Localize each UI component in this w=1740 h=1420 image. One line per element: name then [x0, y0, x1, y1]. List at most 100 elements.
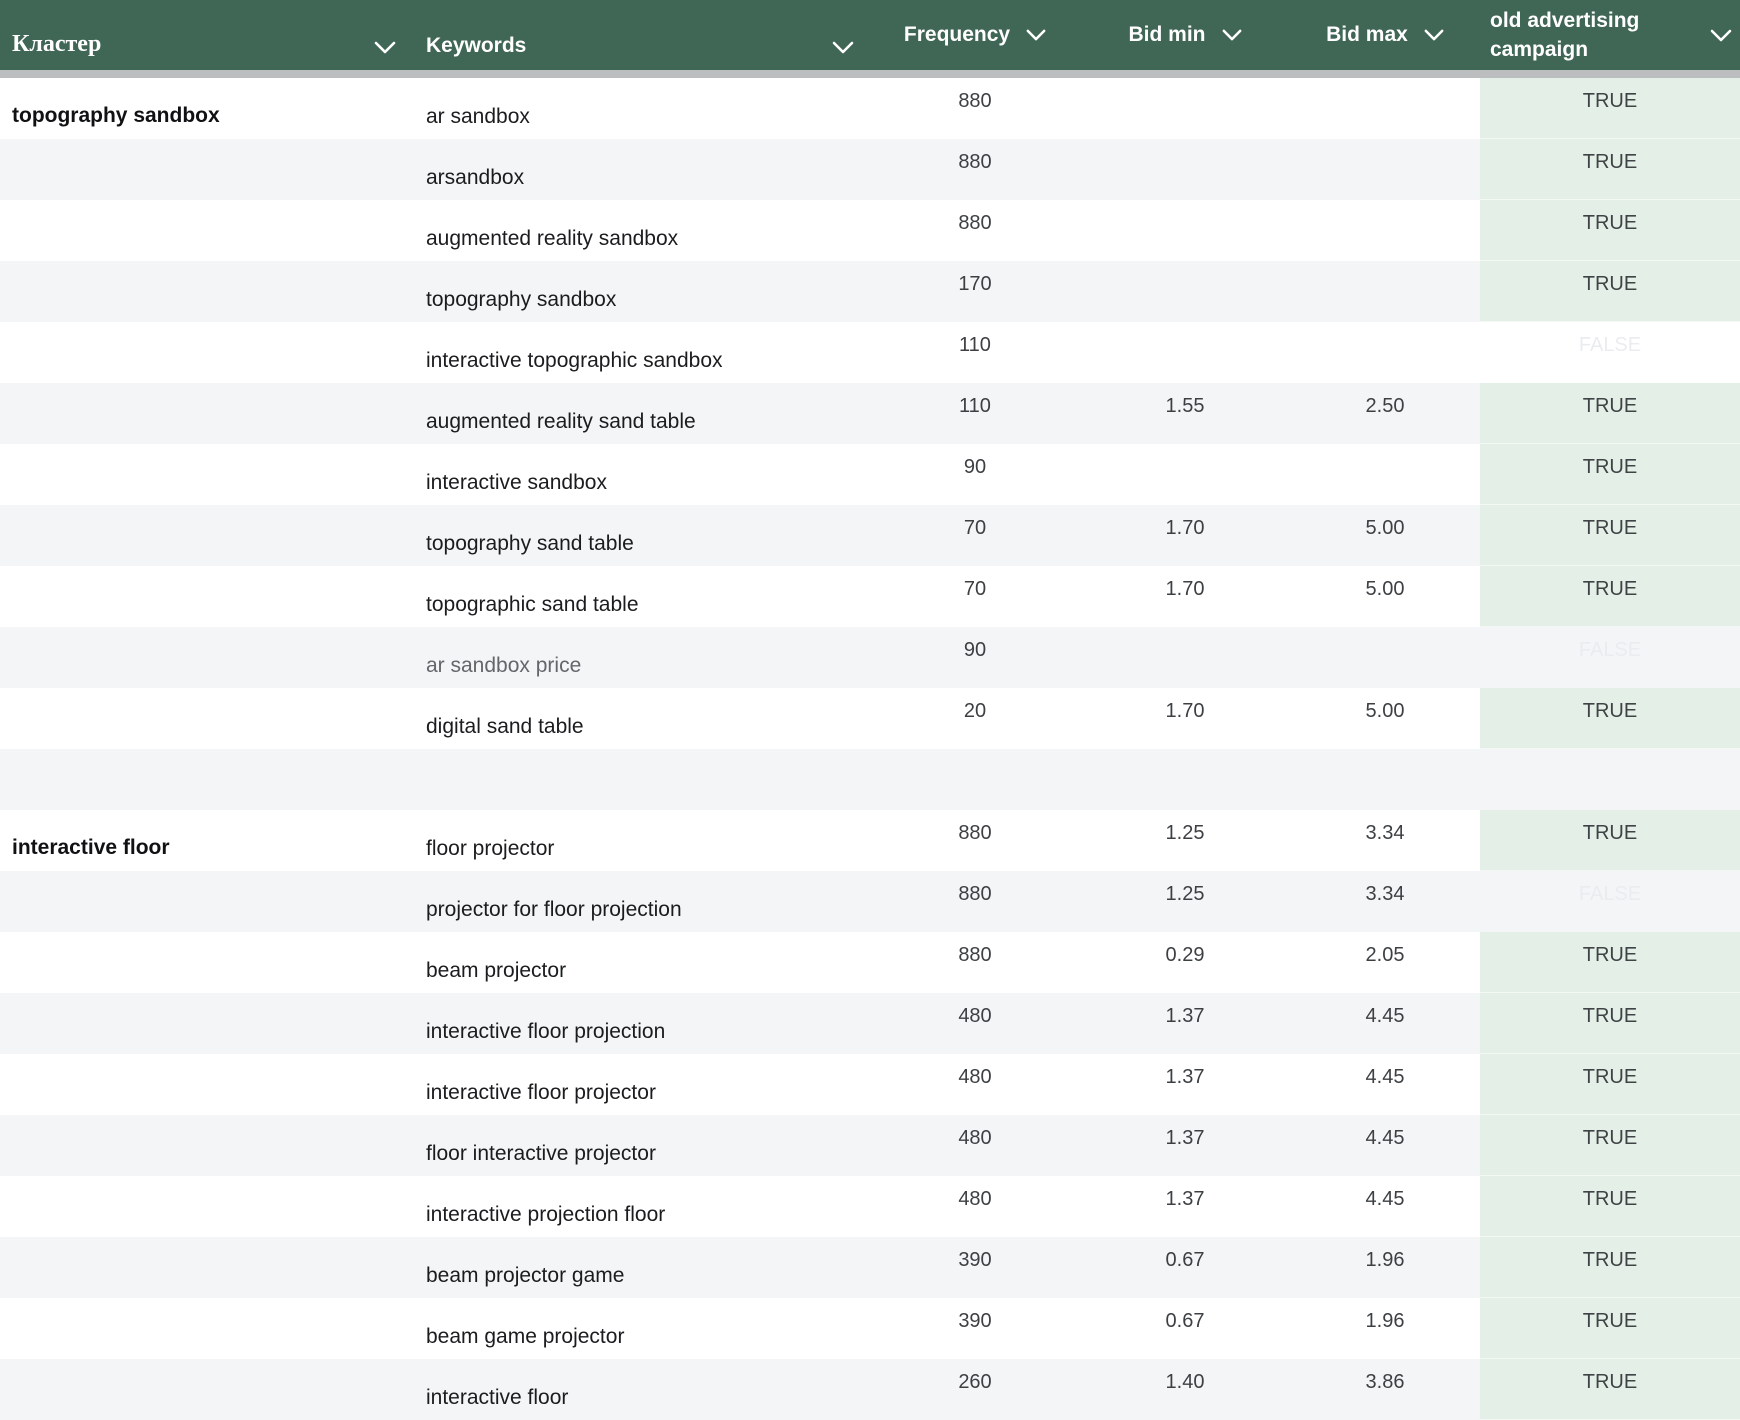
- bid-min-cell[interactable]: 0.67: [1080, 1237, 1290, 1298]
- keyword-cell[interactable]: floor projector: [420, 810, 870, 871]
- frequency-cell[interactable]: 70: [870, 566, 1080, 627]
- column-header-frequency[interactable]: Frequency: [870, 0, 1080, 70]
- cluster-cell[interactable]: [0, 566, 420, 627]
- campaign-cell[interactable]: FALSE: [1480, 871, 1740, 932]
- keyword-cell[interactable]: augmented reality sand table: [420, 383, 870, 444]
- cluster-cell[interactable]: [0, 1298, 420, 1359]
- bid-min-cell[interactable]: [1080, 78, 1290, 139]
- chevron-down-icon[interactable]: [1222, 29, 1242, 41]
- cluster-cell[interactable]: [0, 444, 420, 505]
- cluster-cell[interactable]: [0, 1176, 420, 1237]
- bid-min-cell[interactable]: 0.29: [1080, 932, 1290, 993]
- campaign-cell[interactable]: TRUE: [1480, 688, 1740, 749]
- keyword-cell[interactable]: topography sand table: [420, 505, 870, 566]
- keyword-cell[interactable]: interactive topographic sandbox: [420, 322, 870, 383]
- keyword-cell[interactable]: projector for floor projection: [420, 871, 870, 932]
- cluster-cell[interactable]: [0, 383, 420, 444]
- cluster-cell[interactable]: [0, 1359, 420, 1420]
- campaign-cell[interactable]: TRUE: [1480, 1176, 1740, 1237]
- bid-min-cell[interactable]: 1.55: [1080, 383, 1290, 444]
- bid-min-cell[interactable]: [1080, 322, 1290, 383]
- campaign-cell[interactable]: TRUE: [1480, 566, 1740, 627]
- keyword-cell[interactable]: beam projector game: [420, 1237, 870, 1298]
- chevron-down-icon[interactable]: [1424, 29, 1444, 41]
- campaign-cell[interactable]: TRUE: [1480, 383, 1740, 444]
- keyword-cell[interactable]: ar sandbox: [420, 78, 870, 139]
- frequency-cell[interactable]: 170: [870, 261, 1080, 322]
- campaign-cell[interactable]: FALSE: [1480, 627, 1740, 688]
- bid-max-cell[interactable]: 5.00: [1290, 688, 1480, 749]
- keyword-cell[interactable]: floor interactive projector: [420, 1115, 870, 1176]
- campaign-cell[interactable]: TRUE: [1480, 78, 1740, 139]
- keyword-cell[interactable]: interactive sandbox: [420, 444, 870, 505]
- keyword-cell[interactable]: interactive projection floor: [420, 1176, 870, 1237]
- campaign-cell[interactable]: TRUE: [1480, 810, 1740, 871]
- chevron-down-icon[interactable]: [1026, 29, 1046, 41]
- cluster-cell[interactable]: [0, 261, 420, 322]
- bid-max-cell[interactable]: [1290, 322, 1480, 383]
- bid-max-cell[interactable]: [1290, 749, 1480, 810]
- bid-min-cell[interactable]: 1.40: [1080, 1359, 1290, 1420]
- keyword-cell[interactable]: interactive floor projection: [420, 993, 870, 1054]
- cluster-cell[interactable]: interactive floor: [0, 810, 420, 871]
- frequency-cell[interactable]: 880: [870, 78, 1080, 139]
- bid-max-cell[interactable]: 4.45: [1290, 1176, 1480, 1237]
- bid-max-cell[interactable]: 1.96: [1290, 1298, 1480, 1359]
- frequency-cell[interactable]: 880: [870, 139, 1080, 200]
- frequency-cell[interactable]: 480: [870, 1115, 1080, 1176]
- keyword-cell[interactable]: topographic sand table: [420, 566, 870, 627]
- frequency-cell[interactable]: 880: [870, 200, 1080, 261]
- frequency-cell[interactable]: 20: [870, 688, 1080, 749]
- cluster-cell[interactable]: [0, 505, 420, 566]
- bid-min-cell[interactable]: [1080, 200, 1290, 261]
- campaign-cell[interactable]: TRUE: [1480, 1359, 1740, 1420]
- bid-max-cell[interactable]: 2.50: [1290, 383, 1480, 444]
- campaign-cell[interactable]: TRUE: [1480, 1237, 1740, 1298]
- column-header-old-advertising-campaign[interactable]: old advertising campaign: [1480, 0, 1740, 70]
- bid-min-cell[interactable]: 1.37: [1080, 1115, 1290, 1176]
- bid-max-cell[interactable]: 4.45: [1290, 1054, 1480, 1115]
- bid-min-cell[interactable]: [1080, 261, 1290, 322]
- bid-max-cell[interactable]: [1290, 139, 1480, 200]
- frequency-cell[interactable]: 880: [870, 810, 1080, 871]
- chevron-down-icon[interactable]: [374, 41, 396, 54]
- campaign-cell[interactable]: TRUE: [1480, 200, 1740, 261]
- campaign-cell[interactable]: TRUE: [1480, 1298, 1740, 1359]
- keyword-cell[interactable]: beam projector: [420, 932, 870, 993]
- column-header-cluster[interactable]: Кластер: [0, 0, 420, 70]
- frequency-cell[interactable]: 90: [870, 627, 1080, 688]
- bid-min-cell[interactable]: 1.37: [1080, 993, 1290, 1054]
- cluster-cell[interactable]: [0, 932, 420, 993]
- bid-max-cell[interactable]: 5.00: [1290, 505, 1480, 566]
- bid-max-cell[interactable]: 4.45: [1290, 993, 1480, 1054]
- bid-max-cell[interactable]: 2.05: [1290, 932, 1480, 993]
- cluster-cell[interactable]: [0, 322, 420, 383]
- cluster-cell[interactable]: [0, 1054, 420, 1115]
- frequency-cell[interactable]: 480: [870, 1176, 1080, 1237]
- chevron-down-icon[interactable]: [1710, 29, 1732, 42]
- campaign-cell[interactable]: TRUE: [1480, 261, 1740, 322]
- frequency-cell[interactable]: [870, 749, 1080, 810]
- keyword-cell[interactable]: augmented reality sandbox: [420, 200, 870, 261]
- bid-min-cell[interactable]: 0.67: [1080, 1298, 1290, 1359]
- keyword-cell[interactable]: [420, 749, 870, 810]
- campaign-cell[interactable]: TRUE: [1480, 1054, 1740, 1115]
- frequency-cell[interactable]: 90: [870, 444, 1080, 505]
- bid-min-cell[interactable]: 1.70: [1080, 566, 1290, 627]
- cluster-cell[interactable]: [0, 1237, 420, 1298]
- keyword-cell[interactable]: interactive floor: [420, 1359, 870, 1420]
- campaign-cell[interactable]: TRUE: [1480, 139, 1740, 200]
- bid-min-cell[interactable]: 1.37: [1080, 1054, 1290, 1115]
- bid-max-cell[interactable]: 3.86: [1290, 1359, 1480, 1420]
- cluster-cell[interactable]: [0, 1115, 420, 1176]
- keyword-cell[interactable]: ar sandbox price: [420, 627, 870, 688]
- cluster-cell[interactable]: [0, 688, 420, 749]
- bid-min-cell[interactable]: [1080, 627, 1290, 688]
- bid-max-cell[interactable]: 4.45: [1290, 1115, 1480, 1176]
- bid-max-cell[interactable]: 3.34: [1290, 810, 1480, 871]
- frequency-cell[interactable]: 880: [870, 932, 1080, 993]
- bid-min-cell[interactable]: [1080, 749, 1290, 810]
- bid-min-cell[interactable]: 1.25: [1080, 871, 1290, 932]
- keyword-cell[interactable]: digital sand table: [420, 688, 870, 749]
- bid-max-cell[interactable]: [1290, 261, 1480, 322]
